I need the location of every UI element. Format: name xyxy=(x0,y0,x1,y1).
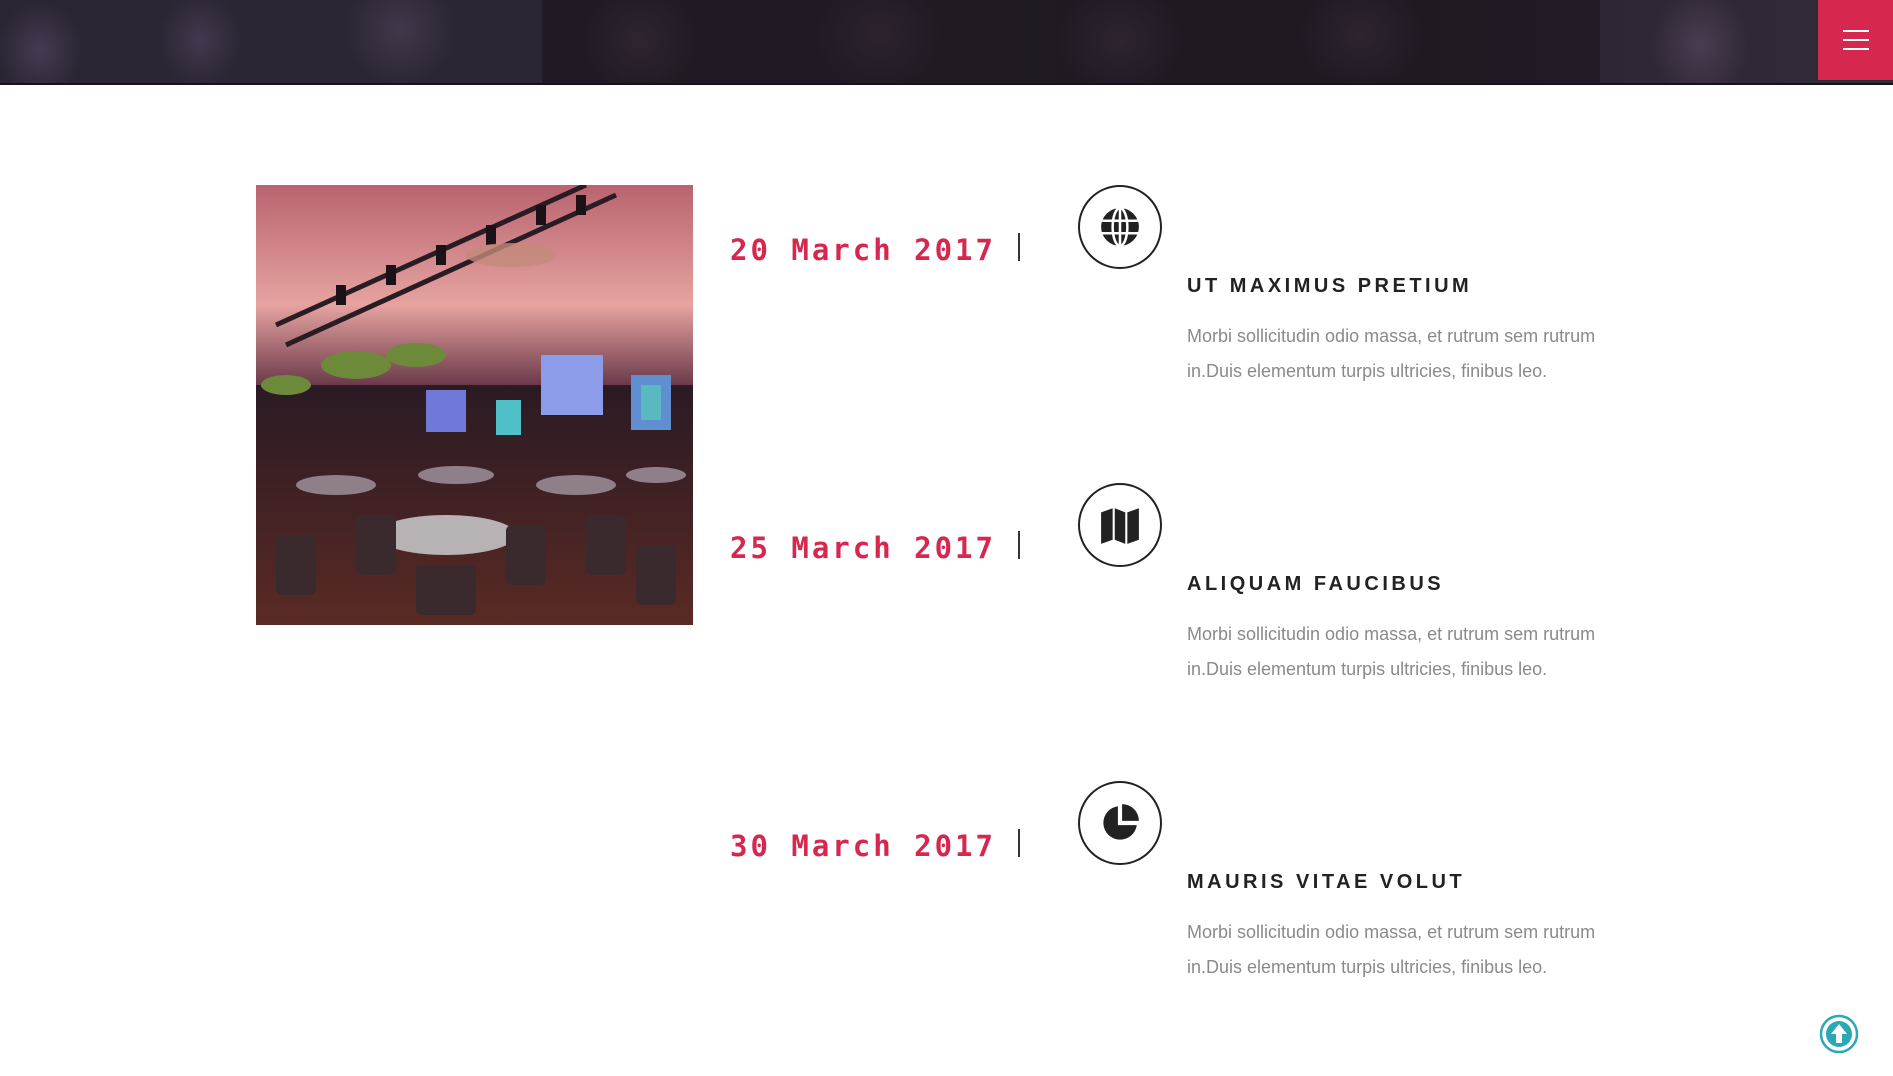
timeline-item: 20 March 2017 UT MAXIMUS PRETIUM Morbi s… xyxy=(0,185,1893,445)
hamburger-menu-icon-bar xyxy=(1842,39,1869,41)
banner-divider xyxy=(0,83,1893,85)
timeline-divider xyxy=(1018,531,1020,559)
banner-overlay xyxy=(542,0,1600,84)
timeline-title: ALIQUAM FAUCIBUS xyxy=(1187,573,1445,595)
globe-icon xyxy=(1078,185,1162,269)
timeline-title: UT MAXIMUS PRETIUM xyxy=(1187,275,1473,297)
timeline-title: MAURIS VITAE VOLUT xyxy=(1187,871,1466,893)
pie-chart-icon xyxy=(1078,781,1162,865)
timeline-item: 30 March 2017 MAURIS VITAE VOLUT Morbi s… xyxy=(0,781,1893,1041)
timeline-item: 25 March 2017 ALIQUAM FAUCIBUS Morbi sol… xyxy=(0,483,1893,743)
map-icon xyxy=(1078,483,1162,567)
hero-banner xyxy=(0,0,1893,85)
timeline-date: 20 March 2017 xyxy=(730,233,996,267)
timeline-divider xyxy=(1018,233,1020,261)
timeline-description: Morbi sollicitudin odio massa, et rutrum… xyxy=(1187,326,1596,381)
timeline-divider xyxy=(1018,829,1020,857)
timeline-date: 25 March 2017 xyxy=(730,531,996,565)
hamburger-menu-button[interactable] xyxy=(1818,0,1893,80)
timeline-description: Morbi sollicitudin odio massa, et rutrum… xyxy=(1187,624,1596,679)
back-to-top-button[interactable] xyxy=(1819,1014,1859,1054)
timeline-description: Morbi sollicitudin odio massa, et rutrum… xyxy=(1187,922,1596,977)
timeline-date: 30 March 2017 xyxy=(730,829,996,863)
hamburger-menu-icon-bar xyxy=(1842,48,1869,50)
hamburger-menu-icon-bar xyxy=(1842,30,1869,32)
arrow-up-circle-icon xyxy=(1819,1014,1859,1054)
